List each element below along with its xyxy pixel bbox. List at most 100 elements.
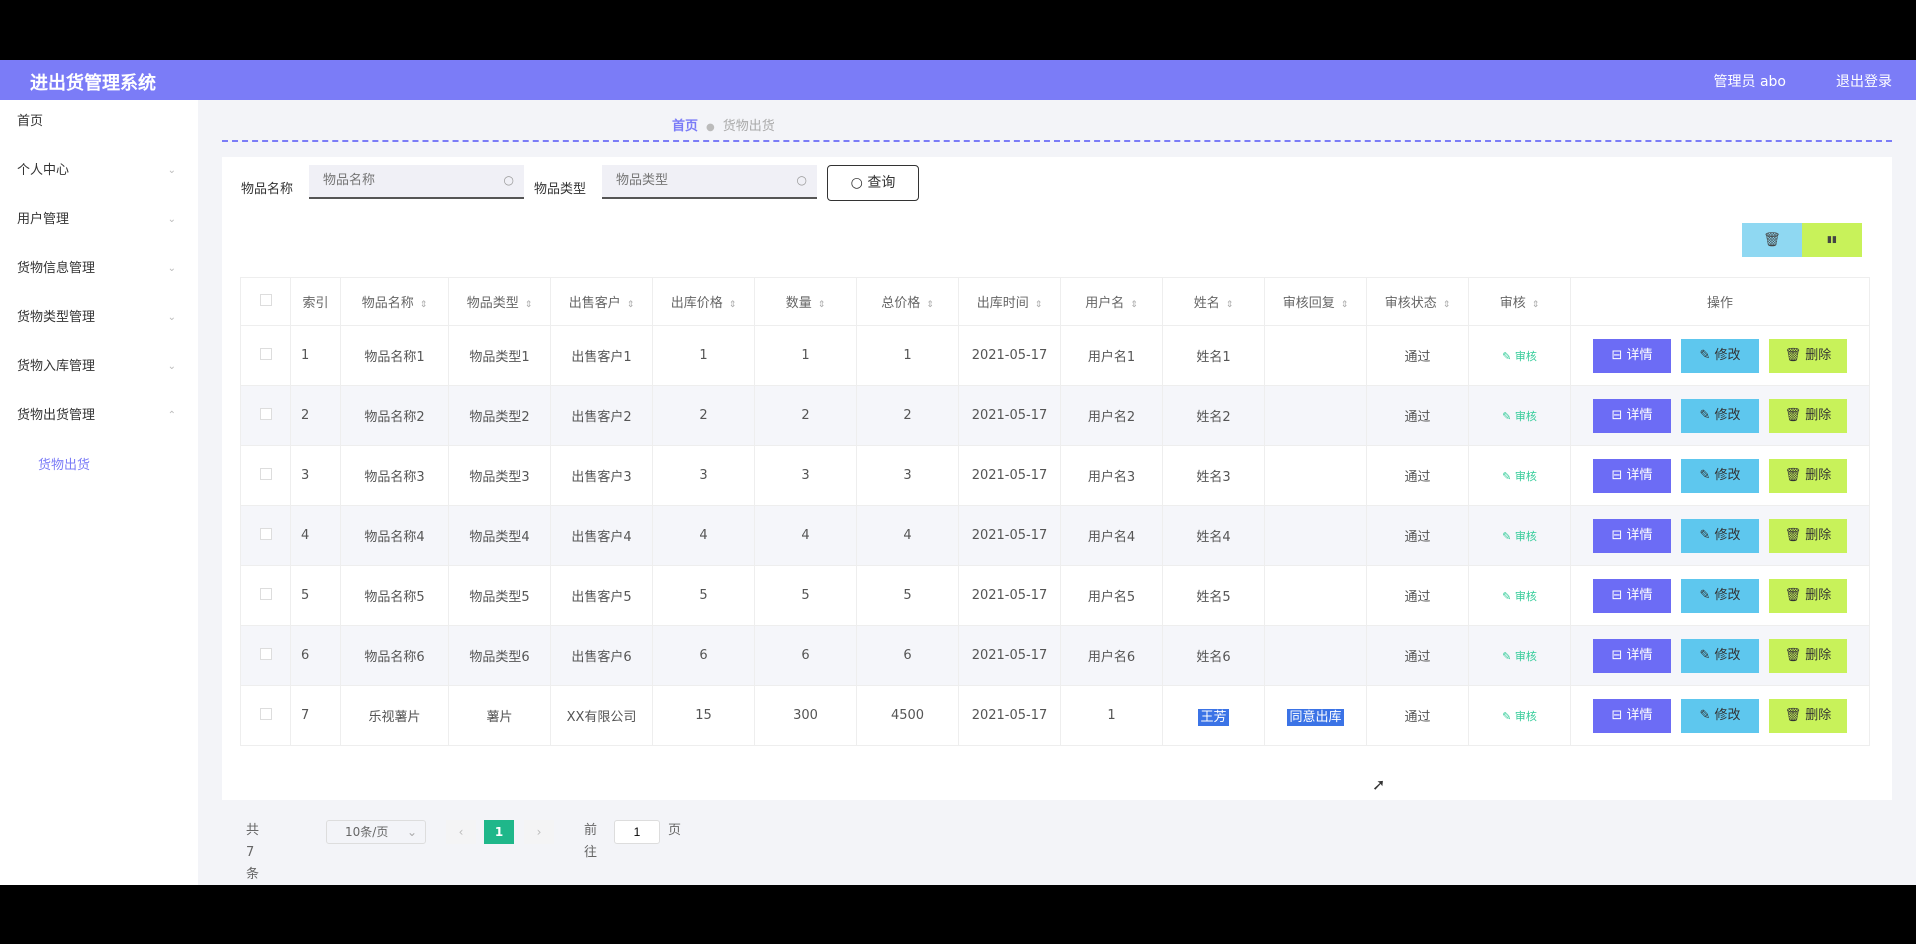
sort-icon[interactable]: ⇕ [1443, 300, 1451, 310]
column-header[interactable]: 总价格 ⇕ [856, 277, 959, 326]
audit-link[interactable]: ✎ 审核 [1502, 650, 1537, 663]
delete-button[interactable]: 🗑 删除 [1769, 578, 1847, 613]
sort-icon[interactable]: ⇕ [1130, 300, 1138, 310]
column-header[interactable]: 出售客户 ⇕ [550, 277, 653, 326]
sort-icon[interactable]: ⇕ [525, 300, 533, 310]
status-cell: 通过 [1366, 685, 1469, 746]
logout-link[interactable]: 退出登录 [1836, 71, 1892, 91]
type-search-input[interactable] [602, 165, 782, 195]
audit-link[interactable]: ✎ 审核 [1502, 410, 1537, 423]
sort-icon[interactable]: ⇕ [627, 300, 635, 310]
detail-button[interactable]: ⊟ 详情 [1593, 458, 1671, 493]
column-header[interactable]: 审核状态 ⇕ [1366, 277, 1469, 326]
delete-button[interactable]: 🗑 删除 [1769, 518, 1847, 553]
sidebar-item-label: 个人中心 [17, 163, 70, 178]
column-header[interactable]: 审核 ⇕ [1468, 277, 1571, 326]
sort-icon[interactable]: ⇕ [926, 300, 934, 310]
column-header[interactable]: 物品名称 ⇕ [340, 277, 449, 326]
query-button-label: 查询 [867, 175, 896, 191]
username-cell: 1 [1060, 685, 1163, 746]
sidebar-item-users[interactable]: 用户管理 ⌄ [0, 200, 198, 240]
delete-button[interactable]: 🗑 删除 [1769, 338, 1847, 373]
edit-button[interactable]: ✎ 修改 [1681, 338, 1759, 373]
column-header[interactable]: 物品类型 ⇕ [448, 277, 551, 326]
breadcrumb: 首页 ● 货物出货 [672, 115, 775, 134]
detail-button[interactable]: ⊟ 详情 [1593, 398, 1671, 433]
edit-button[interactable]: ✎ 修改 [1681, 518, 1759, 553]
page-size-select[interactable]: 10条/页 ⌄ [326, 820, 426, 844]
edit-button[interactable]: ✎ 修改 [1681, 458, 1759, 493]
realname-cell: 姓名2 [1162, 385, 1265, 446]
detail-button[interactable]: ⊟ 详情 [1593, 578, 1671, 613]
delete-button[interactable]: 🗑 删除 [1769, 458, 1847, 493]
table-row: 4 物品名称4 物品类型4 出售客户4 4 4 4 2021-05-17 用户名… [240, 505, 1870, 566]
goto-page-input[interactable] [614, 820, 660, 844]
column-header-label: 数量 [785, 296, 812, 311]
sort-icon[interactable]: ⇕ [1341, 300, 1349, 310]
page-1-button[interactable]: 1 [484, 820, 514, 844]
column-header-label: 操作 [1706, 296, 1733, 311]
sidebar-item-goods-info[interactable]: 货物信息管理 ⌄ [0, 249, 198, 289]
sort-icon[interactable]: ⇕ [1226, 300, 1234, 310]
sidebar-item-personal-center[interactable]: 个人中心 ⌄ [0, 151, 198, 191]
delete-button[interactable]: 🗑 删除 [1769, 398, 1847, 433]
delete-button[interactable]: 🗑 删除 [1769, 698, 1847, 733]
detail-button[interactable]: ⊟ 详情 [1593, 338, 1671, 373]
detail-button[interactable]: ⊟ 详情 [1593, 638, 1671, 673]
sort-icon[interactable]: ⇕ [818, 300, 826, 310]
edit-button[interactable]: ✎ 修改 [1681, 698, 1759, 733]
audit-link[interactable]: ✎ 审核 [1502, 530, 1537, 543]
breadcrumb-home[interactable]: 首页 [672, 119, 698, 134]
type-search-field: ○ [602, 165, 817, 199]
row-checkbox[interactable] [259, 647, 272, 660]
sort-icon[interactable]: ⇕ [1532, 300, 1540, 310]
audit-link[interactable]: ✎ 审核 [1502, 350, 1537, 363]
row-checkbox[interactable] [259, 707, 272, 720]
edit-button[interactable]: ✎ 修改 [1681, 578, 1759, 613]
column-header[interactable]: 姓名 ⇕ [1162, 277, 1265, 326]
sidebar-item-home[interactable]: 首页 [0, 102, 198, 142]
sidebar-item-goods-inbound[interactable]: 货物入库管理 ⌄ [0, 347, 198, 387]
column-header[interactable]: 出库价格 ⇕ [652, 277, 755, 326]
edit-button[interactable]: ✎ 修改 [1681, 638, 1759, 673]
chart-button[interactable]: ▮▮ [1802, 223, 1862, 257]
delete-button[interactable]: 🗑 删除 [1769, 638, 1847, 673]
row-checkbox[interactable] [259, 347, 272, 360]
sort-icon[interactable]: ⇕ [420, 300, 428, 310]
detail-button[interactable]: ⊟ 详情 [1593, 698, 1671, 733]
row-checkbox[interactable] [259, 527, 272, 540]
sort-icon[interactable]: ⇕ [1035, 300, 1043, 310]
column-header[interactable]: 数量 ⇕ [754, 277, 857, 326]
column-header-label: 用户名 [1085, 296, 1125, 311]
qty-cell: 5 [754, 565, 857, 626]
batch-delete-button[interactable]: 🗑 [1742, 223, 1802, 257]
audit-cell: ✎ 审核 [1468, 565, 1571, 626]
column-header[interactable]: 用户名 ⇕ [1060, 277, 1163, 326]
select-all-checkbox[interactable] [259, 293, 272, 306]
row-checkbox[interactable] [259, 407, 272, 420]
sidebar-item-goods-type[interactable]: 货物类型管理 ⌄ [0, 298, 198, 338]
edit-button[interactable]: ✎ 修改 [1681, 398, 1759, 433]
date-cell: 2021-05-17 [958, 505, 1061, 566]
column-header[interactable]: 审核回复 ⇕ [1264, 277, 1367, 326]
detail-button[interactable]: ⊟ 详情 [1593, 518, 1671, 553]
customer-cell: 出售客户4 [550, 505, 653, 566]
name-search-input[interactable] [309, 165, 489, 195]
column-header-label: 总价格 [881, 296, 921, 311]
row-checkbox[interactable] [259, 467, 272, 480]
status-cell: 通过 [1366, 445, 1469, 506]
sidebar-item-goods-outbound[interactable]: 货物出货管理 ⌃ [0, 396, 198, 436]
query-button[interactable]: ○ 查询 [827, 165, 919, 201]
next-page-button[interactable]: › [524, 820, 554, 844]
audit-link[interactable]: ✎ 审核 [1502, 590, 1537, 603]
customer-cell: 出售客户3 [550, 445, 653, 506]
reply-cell [1264, 505, 1367, 566]
audit-link[interactable]: ✎ 审核 [1502, 710, 1537, 723]
sidebar-subitem-outbound[interactable]: 货物出货 [38, 454, 90, 473]
audit-link[interactable]: ✎ 审核 [1502, 470, 1537, 483]
row-checkbox[interactable] [259, 587, 272, 600]
prev-page-button[interactable]: ‹ [446, 820, 476, 844]
breadcrumb-separator-icon: ● [706, 122, 715, 133]
column-header[interactable]: 出库时间 ⇕ [958, 277, 1061, 326]
sort-icon[interactable]: ⇕ [729, 300, 737, 310]
